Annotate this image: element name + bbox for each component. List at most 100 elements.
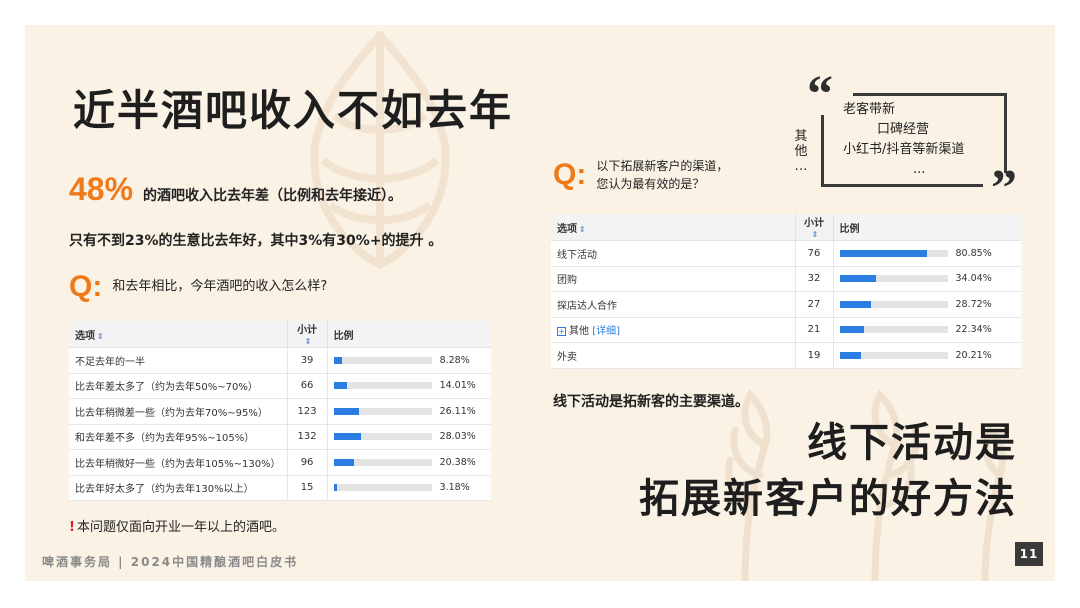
count-cell: 15 [286, 475, 328, 501]
ratio-cell: 22.34% [833, 317, 1021, 343]
progress-bar-fill [333, 458, 354, 466]
progress-bar-fill [839, 275, 877, 283]
table-row: 探店达人合作 27 28.72% [551, 291, 1021, 318]
percent-label: 20.38% [439, 456, 476, 468]
question-mark-label: Q: [69, 270, 103, 303]
conclusion-text: 线下活动是拓新客的主要渠道。 [553, 394, 749, 410]
percent-label: 3.18% [439, 482, 470, 494]
quote-text: 老客带新 口碑经营 小红书/抖音等新渠道 ... [831, 100, 1003, 180]
sort-icon[interactable]: ⇕ [579, 225, 586, 234]
open-quote-icon: “ [807, 66, 833, 123]
count-cell: 123 [286, 398, 328, 425]
table-row: + 其他 [详细] 21 22.34% [551, 317, 1021, 343]
table-row: 和去年差不多（约为去年95%~105%） 132 28.03% [69, 424, 491, 450]
question-1: Q: 和去年相比，今年酒吧的收入怎么样? [69, 272, 327, 302]
ratio-cell: 20.38% [327, 449, 491, 476]
stat-text: 的酒吧收入比去年差（比例和去年接近）。 [143, 188, 403, 204]
percent-label: 28.72% [955, 298, 992, 310]
option-label: 和去年差不多（约为去年95%~105%） [69, 424, 288, 450]
quote-line: 小红书/抖音等新渠道 [843, 142, 965, 157]
table-row: 比去年差太多了（约为去年50%~70%） 66 14.01% [69, 373, 491, 399]
stat-line: 48% 的酒吧收入比去年差（比例和去年接近）。 [69, 171, 402, 208]
table-row: 比去年稍微差一些（约为去年70%~95%） 123 26.11% [69, 398, 491, 425]
progress-bar-fill [333, 407, 360, 415]
progress-bar [333, 356, 432, 364]
column-header-ratio: 比例 [327, 321, 491, 348]
ratio-cell: 14.01% [327, 373, 491, 399]
ratio-cell: 26.11% [327, 398, 491, 425]
table-row: 线下活动 76 80.85% [551, 240, 1021, 267]
progress-bar-fill [839, 351, 862, 359]
progress-bar-fill [333, 382, 348, 390]
sort-icon[interactable]: ⇕ [97, 332, 104, 341]
percent-label: 80.85% [955, 247, 992, 259]
option-label: 探店达人合作 [551, 291, 795, 318]
count-cell: 27 [794, 291, 834, 318]
footer-text: 啤酒事务局 | 2024中国精酿酒吧白皮书 [42, 555, 299, 569]
expand-icon[interactable]: + [557, 327, 566, 337]
page-number: 11 [1015, 542, 1043, 566]
option-label: 不足去年的一半 [69, 347, 288, 374]
table-row: 外卖 19 20.21% [551, 342, 1021, 369]
count-cell: 76 [794, 240, 834, 267]
option-label: 比去年稍微差一些（约为去年70%~95%） [69, 398, 288, 425]
progress-bar [839, 275, 948, 283]
progress-bar [333, 382, 432, 390]
sort-icon[interactable]: ⇕ [812, 230, 819, 239]
income-survey-table: 选项 ⇕ 小计⇕ 比例 不足去年的一半 39 8.28% 比去年差太多了（约为去年50%… [69, 321, 491, 501]
count-cell: 32 [794, 266, 834, 292]
quote-line: 口碑经营 [877, 122, 930, 137]
option-label: 比去年稍微好一些（约为去年105%~130%） [69, 449, 288, 476]
ratio-cell: 8.28% [327, 347, 491, 374]
percent-label: 28.03% [439, 431, 476, 443]
count-cell: 39 [286, 347, 328, 374]
ratio-cell: 20.21% [833, 342, 1021, 369]
progress-bar [333, 407, 432, 415]
page-title: 近半酒吧收入不如去年 [73, 86, 514, 135]
slide: 近半酒吧收入不如去年 48% 的酒吧收入比去年差（比例和去年接近）。 只有不到2… [25, 25, 1055, 581]
channel-survey-table: 选项 ⇕ 小计⇕ 比例 线下活动 76 80.85% 团购 32 34.04% 探店达人合作 2… [551, 214, 1021, 369]
footnote: ! 本问题仅面向开业一年以上的酒吧。 [69, 520, 285, 535]
percent-label: 20.21% [955, 349, 992, 361]
progress-bar [333, 458, 432, 466]
stat-value: 48% [69, 171, 134, 207]
progress-bar-fill [333, 484, 337, 492]
option-label: + 其他 [详细] [551, 317, 795, 343]
count-cell: 66 [286, 373, 328, 399]
other-vertical-label: 其 他 … [794, 129, 808, 174]
count-cell: 21 [794, 317, 834, 343]
table-header-row: 选项 ⇕ 小计⇕ 比例 [69, 321, 491, 348]
question-2: Q: 以下拓展新客户的渠道， 您认为最有效的是？ [553, 157, 728, 193]
option-label: 比去年差太多了（约为去年50%~70%） [69, 373, 288, 399]
ratio-cell: 3.18% [327, 475, 491, 501]
percent-label: 22.34% [955, 324, 992, 336]
sub-statement: 只有不到23%的生意比去年好，其中3%有30%+的提升 。 [69, 233, 443, 249]
count-cell: 19 [794, 342, 834, 369]
detail-link[interactable]: [详细] [592, 326, 620, 337]
headline: 线下活动是 拓展新客户的好方法 [639, 420, 1017, 522]
option-label: 团购 [551, 266, 795, 292]
sort-icon[interactable]: ⇕ [305, 337, 312, 346]
ratio-cell: 80.85% [833, 240, 1021, 267]
question-2-text: 以下拓展新客户的渠道， 您认为最有效的是？ [596, 159, 729, 191]
progress-bar [839, 300, 948, 308]
option-label: 线下活动 [551, 240, 795, 267]
column-header-count[interactable]: 小计⇕ [794, 214, 834, 241]
column-header-option[interactable]: 选项 ⇕ [551, 214, 795, 241]
warning-icon: ! [69, 520, 75, 535]
table-row: 团购 32 34.04% [551, 266, 1021, 292]
option-label: 比去年好太多了（约为去年130%以上） [69, 475, 288, 501]
question-1-text: 和去年相比，今年酒吧的收入怎么样? [112, 279, 328, 294]
table-header-row: 选项 ⇕ 小计⇕ 比例 [551, 214, 1021, 241]
progress-bar-fill [333, 356, 342, 364]
table-row: 不足去年的一半 39 8.28% [69, 347, 491, 374]
table-row: 比去年好太多了（约为去年130%以上） 15 3.18% [69, 475, 491, 501]
column-header-count[interactable]: 小计⇕ [286, 321, 328, 348]
quote-line: 老客带新 [843, 102, 896, 117]
table-row: 比去年稍微好一些（约为去年105%~130%） 96 20.38% [69, 449, 491, 476]
percent-label: 26.11% [439, 405, 476, 417]
column-header-option[interactable]: 选项 ⇕ [69, 321, 288, 348]
quote-line: ... [913, 162, 926, 177]
percent-label: 34.04% [955, 273, 992, 285]
progress-bar-fill [839, 326, 864, 334]
